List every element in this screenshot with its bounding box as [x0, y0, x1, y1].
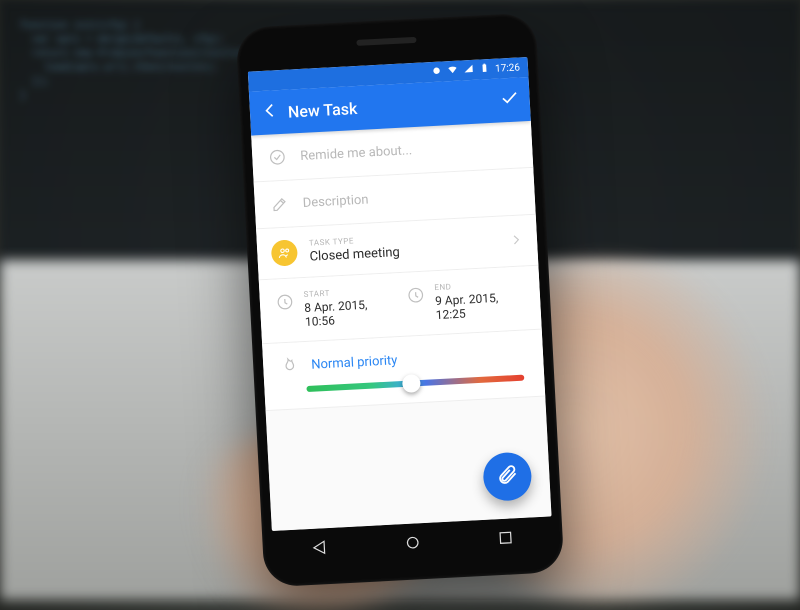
end-value: 9 Apr. 2015, 12:25: [435, 289, 527, 322]
task-type-icon: [271, 239, 298, 266]
task-form: Remide me about... Description TASK TYPE…: [251, 121, 551, 531]
back-icon[interactable]: [259, 100, 280, 125]
confirm-button[interactable]: [499, 87, 520, 112]
page-title: New Task: [287, 98, 357, 121]
clock-icon: [273, 290, 296, 313]
wifi-icon: [447, 64, 459, 79]
status-time: 17:26: [495, 62, 520, 74]
reminder-placeholder: Remide me about...: [300, 143, 413, 164]
slider-thumb[interactable]: [402, 374, 421, 393]
signal-icon: [463, 63, 475, 78]
clock-icon: [404, 284, 427, 307]
flame-icon: [277, 354, 300, 377]
phone-frame: 17:26 New Task Remide me about...: [236, 13, 565, 588]
chevron-right-icon: [509, 231, 524, 251]
priority-label: Normal priority: [311, 353, 398, 372]
checkmark-circle-icon: [266, 146, 289, 169]
alarm-icon: [431, 64, 443, 79]
task-type-value: Closed meeting: [309, 245, 400, 265]
priority-field[interactable]: Normal priority: [262, 330, 545, 412]
nav-home-icon[interactable]: [403, 533, 422, 556]
attach-button[interactable]: [482, 451, 532, 501]
nav-back-icon[interactable]: [310, 538, 329, 561]
battery-icon: [479, 62, 491, 77]
description-placeholder: Description: [302, 192, 369, 210]
start-value: 8 Apr. 2015, 10:56: [304, 296, 396, 329]
nav-recent-icon[interactable]: [496, 528, 515, 551]
phone-screen: 17:26 New Task Remide me about...: [248, 57, 552, 531]
priority-slider[interactable]: [306, 375, 524, 392]
paperclip-icon: [496, 463, 519, 490]
edit-icon: [268, 193, 291, 216]
